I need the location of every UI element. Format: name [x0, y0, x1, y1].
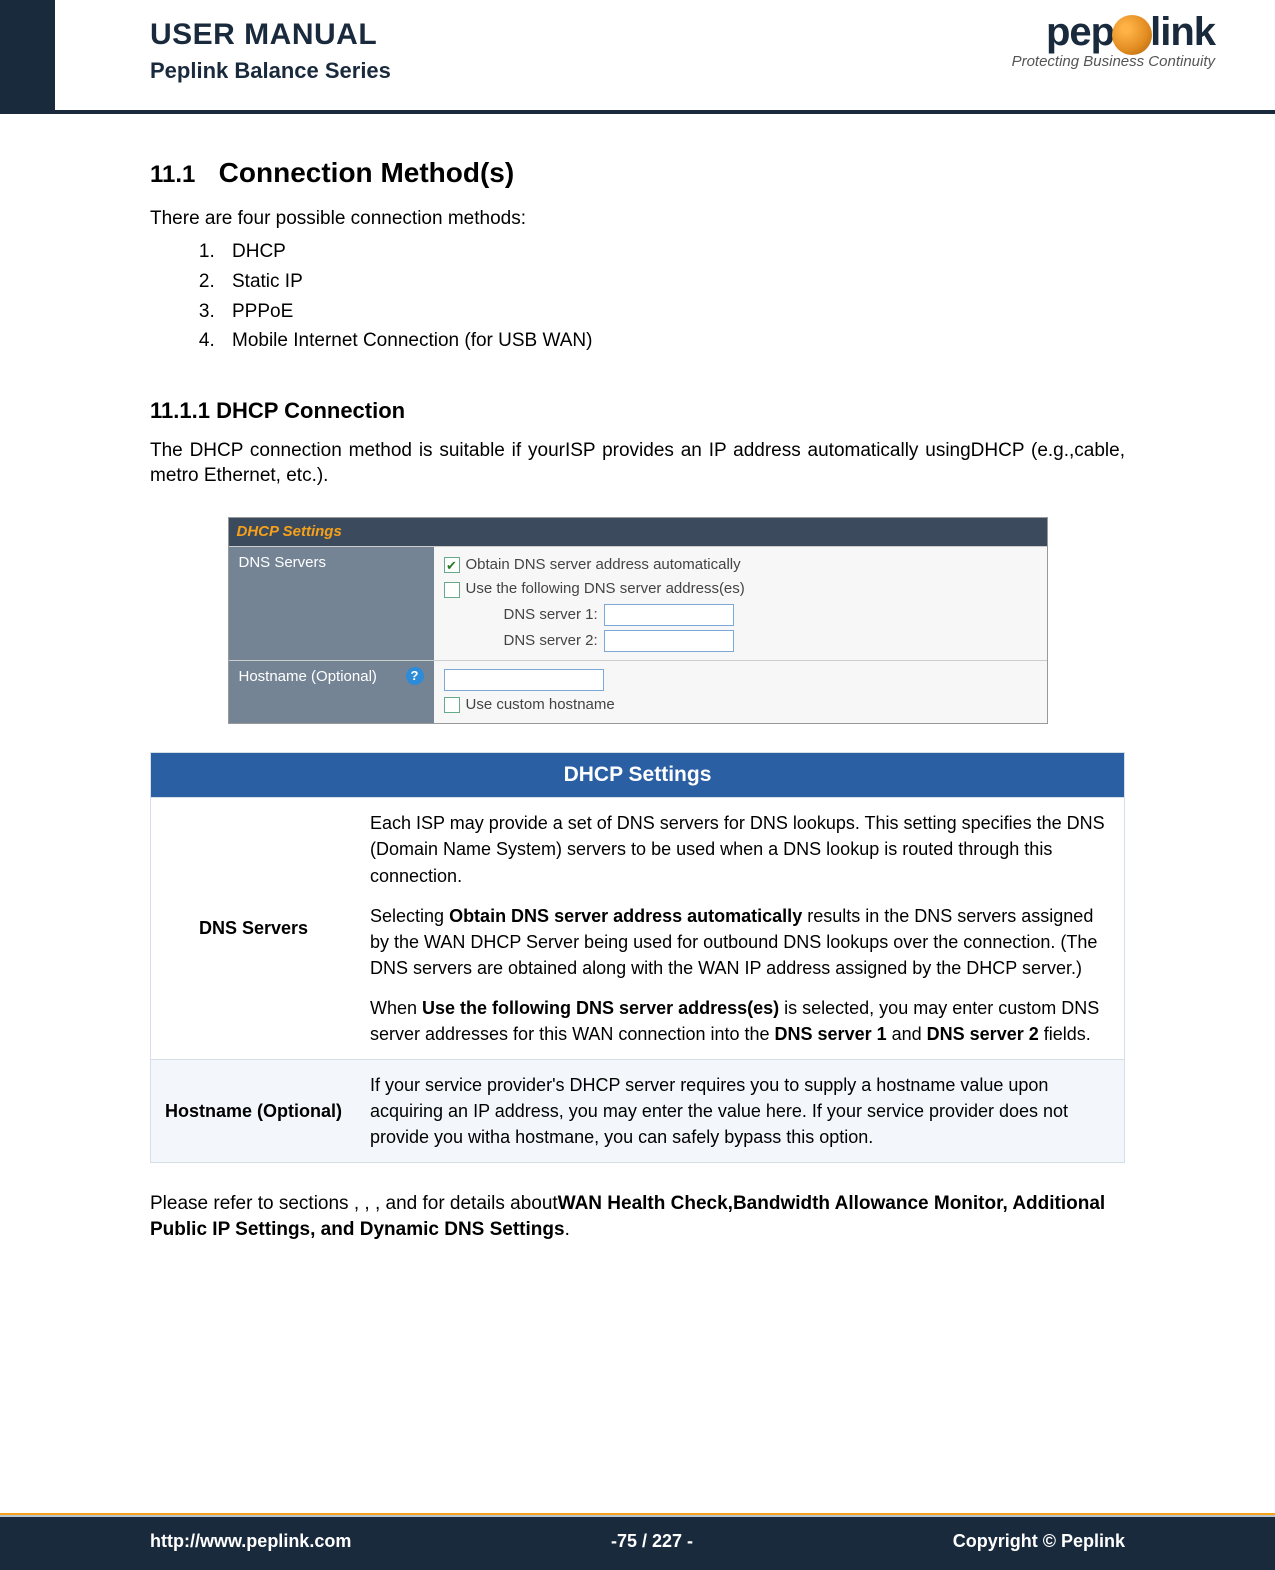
hostname-input[interactable]: [444, 669, 604, 691]
desc-dns-p2: Selecting Obtain DNS server address auto…: [370, 903, 1110, 981]
desc-row-dns: DNS Servers Each ISP may provide a set o…: [151, 797, 1124, 1059]
header-titles: USER MANUAL Peplink Balance Series: [150, 18, 391, 84]
logo-text-post: link: [1150, 10, 1215, 55]
dns1-label: DNS server 1:: [504, 605, 598, 625]
option-auto-dns: Obtain DNS server address automatically: [466, 555, 741, 575]
option-manual-dns: Use the following DNS server address(es): [466, 579, 745, 599]
list-item: DHCP: [220, 237, 1125, 267]
desc-label-dns: DNS Servers: [151, 798, 356, 1059]
footer-copyright: Copyright © Peplink: [953, 1531, 1125, 1552]
desc-row-hostname: Hostname (Optional) If your service prov…: [151, 1059, 1124, 1162]
header: USER MANUAL Peplink Balance Series pep l…: [0, 0, 1275, 110]
dns-servers-row: DNS Servers ✔ Obtain DNS server address …: [229, 546, 1047, 660]
brand-logo: pep link Protecting Business Continuity: [1012, 10, 1215, 70]
dhcp-settings-panel: DHCP Settings DNS Servers ✔ Obtain DNS s…: [228, 517, 1048, 724]
doc-subtitle: Peplink Balance Series: [150, 58, 391, 84]
section-title: Connection Method(s): [219, 157, 515, 188]
checkbox-custom-hostname[interactable]: [444, 697, 460, 713]
hostname-label: Hostname (Optional) ?: [229, 661, 434, 723]
dns2-input[interactable]: [604, 630, 734, 652]
option-custom-hostname: Use custom hostname: [466, 695, 615, 715]
desc-hostname-p1: If your service provider's DHCP server r…: [370, 1072, 1110, 1150]
desc-dns-p1: Each ISP may provide a set of DNS server…: [370, 810, 1110, 888]
section-heading: 11.1 Connection Method(s): [150, 154, 1125, 192]
logo-tagline: Protecting Business Continuity: [1012, 53, 1215, 70]
desc-label-hostname: Hostname (Optional): [151, 1060, 356, 1162]
dns-servers-label: DNS Servers: [229, 547, 434, 660]
desc-body-dns: Each ISP may provide a set of DNS server…: [356, 798, 1124, 1059]
doc-title: USER MANUAL: [150, 18, 391, 52]
desc-table-title: DHCP Settings: [151, 753, 1124, 797]
footer-page: -75 / 227 -: [611, 1531, 693, 1552]
dns1-input[interactable]: [604, 604, 734, 626]
logo-globe-icon: [1112, 15, 1152, 55]
checkbox-manual-dns[interactable]: [444, 582, 460, 598]
section-intro: There are four possible connection metho…: [150, 206, 1125, 232]
subsection-para: The DHCP connection method is suitable i…: [150, 438, 1125, 489]
footer-url: http://www.peplink.com: [150, 1531, 351, 1552]
dns2-label: DNS server 2:: [504, 631, 598, 651]
panel-title: DHCP Settings: [229, 518, 1047, 546]
list-item: PPPoE: [220, 297, 1125, 327]
list-item: Static IP: [220, 267, 1125, 297]
desc-body-hostname: If your service provider's DHCP server r…: [356, 1060, 1124, 1162]
hostname-row: Hostname (Optional) ? Use custom hostnam…: [229, 660, 1047, 723]
section-number: 11.1: [150, 161, 195, 188]
hostname-label-text: Hostname (Optional): [239, 667, 377, 687]
dhcp-description-table: DHCP Settings DNS Servers Each ISP may p…: [150, 752, 1125, 1163]
logo-text-pre: pep: [1046, 10, 1114, 55]
refer-paragraph: Please refer to sections , , , and for d…: [150, 1191, 1125, 1242]
header-accent-bar: [0, 0, 55, 110]
connection-methods-list: DHCP Static IP PPPoE Mobile Internet Con…: [220, 237, 1125, 356]
checkbox-auto-dns[interactable]: ✔: [444, 557, 460, 573]
subsection-heading: 11.1.1 DHCP Connection: [150, 396, 1125, 426]
footer: http://www.peplink.com -75 / 227 - Copyr…: [0, 1513, 1275, 1570]
page-content: 11.1 Connection Method(s) There are four…: [0, 114, 1275, 1243]
help-icon[interactable]: ?: [406, 667, 424, 685]
list-item: Mobile Internet Connection (for USB WAN): [220, 326, 1125, 356]
desc-dns-p3: When Use the following DNS server addres…: [370, 995, 1110, 1047]
